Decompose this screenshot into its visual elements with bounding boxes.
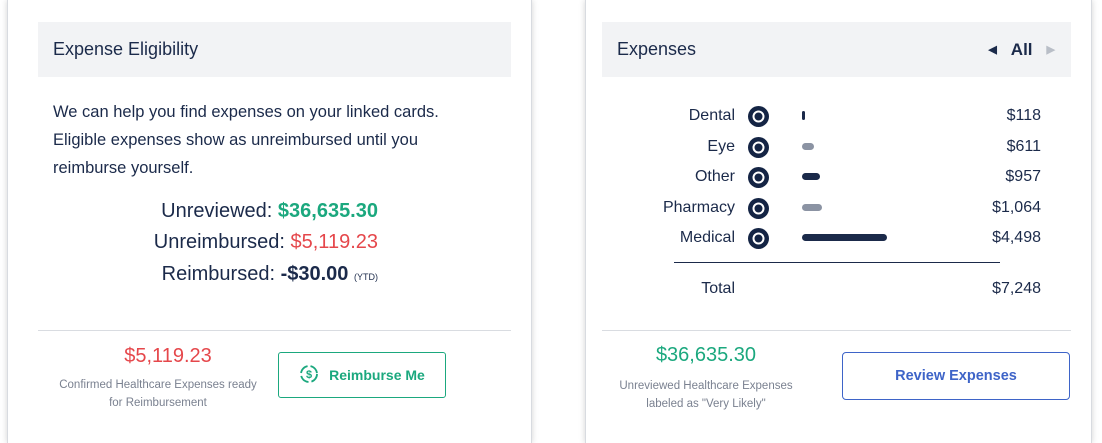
expense-row-medical: Medical $4,498 [586, 224, 1093, 254]
reimbursed-value: -$30.00 [280, 263, 349, 285]
divider [602, 330, 1071, 331]
expense-row-other: Other $957 [586, 163, 1093, 193]
expense-bar [802, 142, 814, 150]
svg-text:$: $ [306, 369, 312, 381]
category-amount: $1,064 [992, 198, 1041, 216]
reimburse-me-label: Reimburse Me [329, 367, 425, 383]
expense-bar [802, 234, 887, 241]
divider [38, 330, 511, 331]
total-divider [674, 262, 1000, 263]
expense-bar [802, 111, 805, 120]
caption-line-2: for Reimbursement [109, 397, 207, 409]
card-title: Expenses [617, 39, 697, 59]
expense-row-dental: Dental $118 [586, 102, 1093, 132]
category-amount: $118 [1006, 107, 1041, 124]
unreviewed-amount: $36,635.30 [655, 344, 757, 366]
category-label: Pharmacy [662, 198, 735, 216]
caption-line-1: Unreviewed Healthcare Expenses [619, 380, 793, 392]
card-header: Expenses ◀ All ▶ [602, 22, 1071, 77]
reimbursed-row: Reimbursed: -$30.00 (YTD) [48, 263, 378, 286]
card-header: Expense Eligibility [38, 22, 511, 77]
stethoscope-icon [748, 228, 769, 249]
total-label: Total [701, 280, 735, 297]
unreimbursed-value: $5,119.23 [290, 231, 379, 253]
previous-arrow-icon[interactable]: ◀ [988, 43, 996, 56]
pill-icon [748, 197, 769, 219]
review-expenses-button[interactable]: Review Expenses [842, 352, 1070, 400]
unreviewed-caption: Unreviewed Healthcare Expenses labeled a… [596, 377, 816, 413]
caption-line-2: labeled as "Very Likely" [646, 398, 766, 410]
next-arrow-icon[interactable]: ▶ [1047, 43, 1055, 56]
tooth-icon [748, 106, 769, 127]
unreviewed-label: Unreviewed: [161, 200, 273, 222]
card-title: Expense Eligibility [53, 39, 199, 59]
category-label: Medical [679, 229, 735, 246]
category-amount: $611 [1006, 137, 1041, 155]
unreviewed-value: $36,635.30 [277, 200, 378, 222]
expense-eligibility-card: Expense Eligibility We can help you find… [7, 0, 532, 443]
expense-bar [802, 203, 823, 211]
expense-row-pharmacy: Pharmacy $1,064 [586, 194, 1093, 224]
total-row: Total $7,248 [586, 275, 1093, 305]
ytd-suffix: (YTD) [354, 272, 378, 282]
category-label: Dental [688, 107, 735, 124]
expenses-card: Expenses ◀ All ▶ Dental $118 Eye $611 Other $… [585, 0, 1092, 443]
reimbursed-label: Reimbursed: [161, 263, 276, 285]
filter-nav: ◀ All ▶ [988, 22, 1055, 77]
reimbursable-caption: Confirmed Healthcare Expenses ready for … [38, 376, 278, 412]
unreimbursed-row: Unreimbursed: $5,119.23 [48, 231, 378, 254]
category-amount: $4,498 [992, 229, 1041, 246]
category-amount: $957 [1005, 168, 1041, 185]
reimbursable-amount: $5,119.23 [124, 345, 212, 367]
reimburse-me-button[interactable]: $ Reimburse Me [278, 352, 446, 398]
expense-bar [802, 173, 821, 180]
unreviewed-row: Unreviewed: $36,635.30 [48, 200, 378, 223]
intro-text: We can help you find expenses on your li… [53, 103, 439, 177]
caption-line-1: Confirmed Healthcare Expenses ready [59, 379, 257, 391]
category-label: Eye [707, 137, 735, 155]
unreimbursed-label: Unreimbursed: [153, 231, 285, 253]
filter-value: All [1010, 39, 1033, 59]
glasses-icon [748, 136, 769, 158]
reimburse-dollar-icon: $ [299, 364, 319, 387]
category-label: Other [694, 168, 735, 185]
expense-row-eye: Eye $611 [586, 133, 1093, 163]
medical-kit-icon [748, 167, 769, 188]
total-amount: $7,248 [992, 280, 1041, 297]
